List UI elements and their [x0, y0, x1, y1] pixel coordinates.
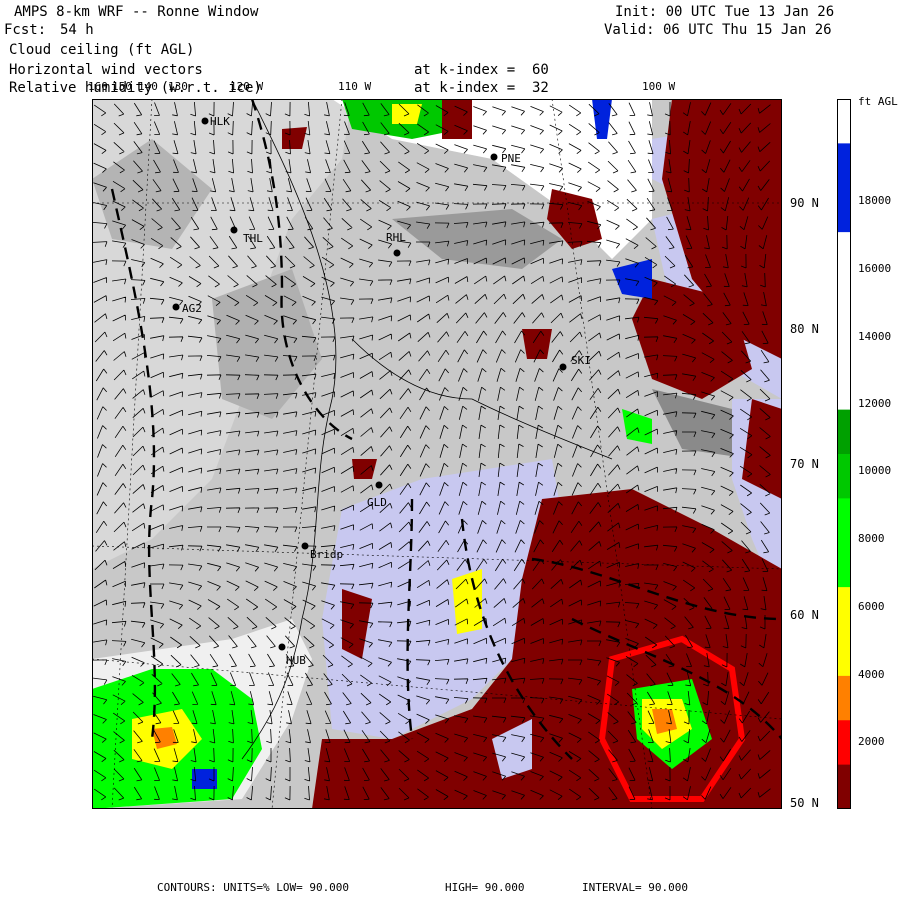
colorbar-segment — [837, 720, 851, 766]
colorbar-segment — [837, 143, 851, 189]
station-label: HLK — [210, 115, 230, 128]
colorbar-label: 14000 — [858, 330, 892, 343]
field-ceiling: Cloud ceiling (ft AGL) — [9, 42, 195, 58]
colorbar-segment — [837, 409, 851, 455]
colorbar-segment — [837, 276, 851, 322]
level-rh: at k-index = 32 — [414, 80, 549, 96]
lat-label: 50 N — [790, 796, 819, 810]
station-label: PNE — [501, 152, 521, 165]
colorbar-label: 16000 — [858, 262, 892, 275]
footer-high: HIGH= 90.000 — [445, 881, 525, 894]
model-title: AMPS 8-km WRF -- Ronne Window — [14, 4, 259, 20]
colorbar-label: 8000 — [858, 532, 885, 545]
colorbar-label: 10000 — [858, 464, 892, 477]
colorbar-units: ft AGL — [858, 95, 898, 108]
colorbar-label: 12000 — [858, 397, 892, 410]
colorbar-segment — [837, 99, 851, 144]
forecast-label: Fcst: — [4, 22, 47, 38]
station-label: RHL — [386, 231, 406, 244]
colorbar-segment — [837, 631, 851, 677]
field-rh: Relative humidity (w.r.t. ice) — [9, 80, 262, 96]
colorbar-label: 18000 — [858, 194, 892, 207]
colorbar-segment — [837, 675, 851, 721]
footer-interval: INTERVAL= 90.000 — [582, 881, 688, 894]
forecast-map — [92, 99, 782, 809]
low-ceiling-area — [522, 329, 552, 359]
colorbar-label: 6000 — [858, 600, 885, 613]
field-wind: Horizontal wind vectors — [9, 62, 203, 78]
colorbar-label: 4000 — [858, 668, 885, 681]
station-label: THL — [243, 232, 263, 245]
lon-label: 130 — [168, 80, 188, 93]
colorbar-segment — [837, 187, 851, 233]
forecast-hour: 54 h — [60, 22, 94, 38]
colorbar-segment — [837, 232, 851, 277]
colorbar-segment — [837, 587, 851, 632]
lat-label: 70 N — [790, 457, 819, 471]
colorbar-segment — [837, 320, 851, 366]
valid-time: Valid: 06 UTC Thu 15 Jan 26 — [604, 22, 832, 38]
station-label: HUB — [286, 654, 306, 667]
colorbar-segment — [837, 498, 851, 544]
lat-label: 80 N — [790, 322, 819, 336]
lat-label: 90 N — [790, 196, 819, 210]
lon-label: 110 W — [338, 80, 372, 93]
colorbar-segment — [837, 365, 851, 411]
ceiling-4000-area — [392, 104, 422, 124]
lon-label: 160 — [88, 80, 108, 93]
station-label: GLD — [367, 496, 387, 509]
colorbar — [837, 99, 851, 809]
lon-label: 140 — [138, 80, 158, 93]
footer-contours: CONTOURS: UNITS=% LOW= 90.000 — [157, 881, 350, 894]
lat-label: 60 N — [790, 608, 819, 622]
colorbar-segment — [837, 542, 851, 588]
init-time: Init: 00 UTC Tue 13 Jan 26 — [615, 4, 835, 20]
lon-label: 120 W — [230, 80, 264, 93]
lon-label: 150 — [112, 80, 132, 93]
colorbar-label: 2000 — [858, 735, 885, 748]
lon-label: 100 W — [642, 80, 676, 93]
station-label: Bridp — [310, 548, 344, 561]
station-label: AG2 — [182, 302, 202, 315]
colorbar-segment — [837, 454, 851, 499]
colorbar-segment — [837, 764, 851, 809]
station-label: SKI — [571, 354, 591, 367]
level-wind: at k-index = 60 — [414, 62, 549, 78]
